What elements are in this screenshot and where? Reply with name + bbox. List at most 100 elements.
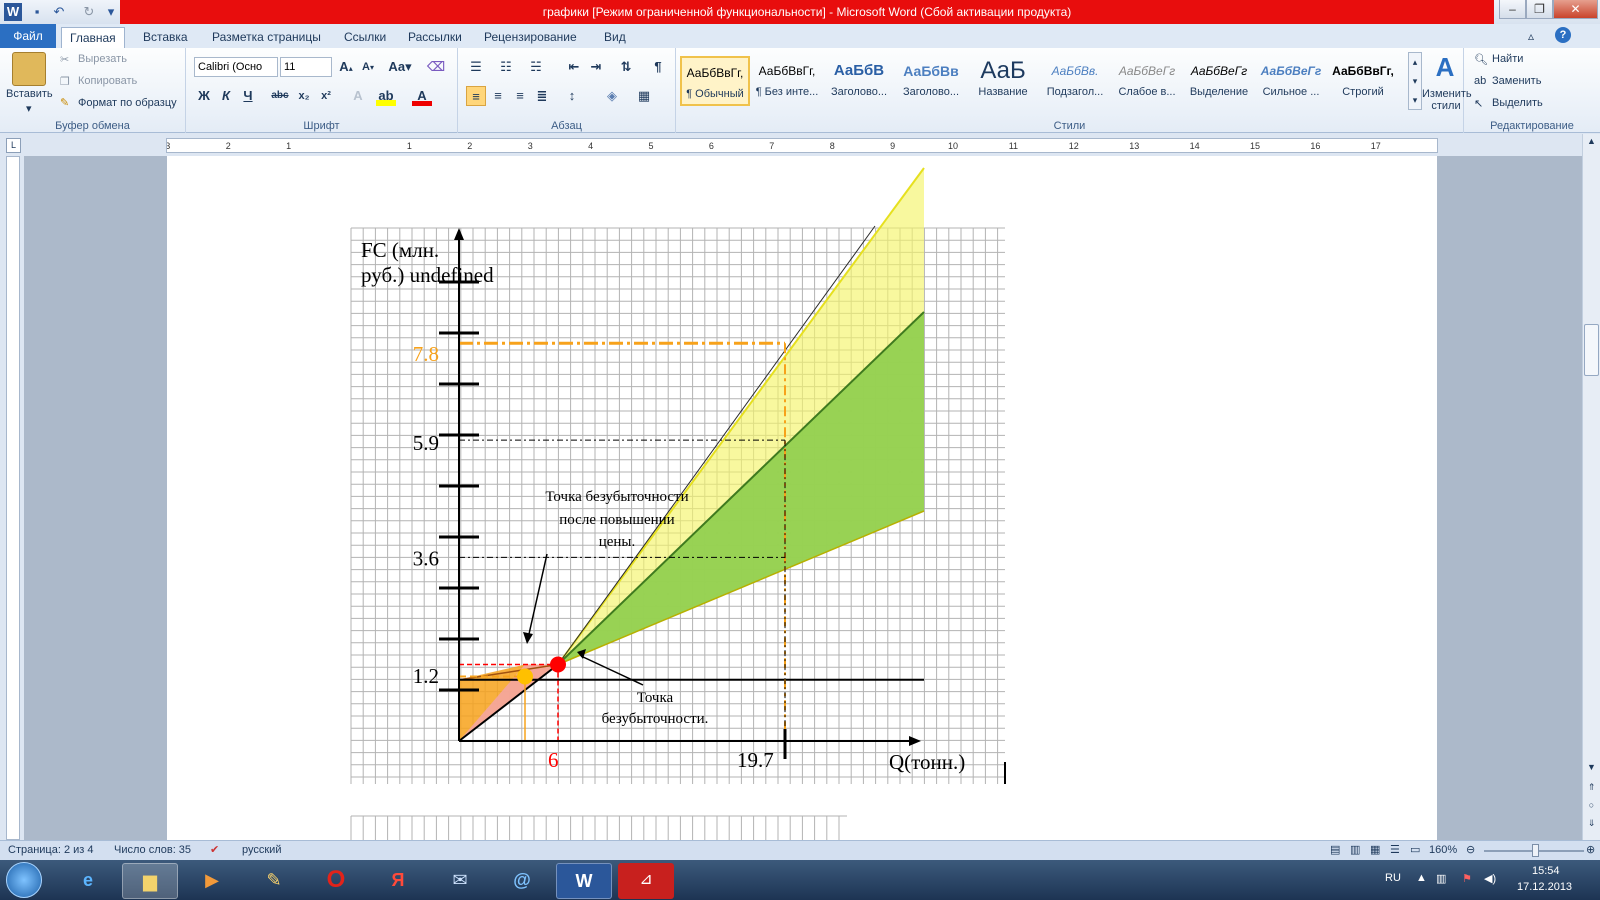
tab-review[interactable]: Рецензирование (476, 27, 585, 48)
decrease-indent-icon[interactable]: ⇤ (564, 57, 584, 77)
superscript-icon[interactable]: x² (316, 86, 336, 106)
zoom-in-icon[interactable]: ⊕ (1586, 841, 1595, 860)
minimize-button[interactable]: – (1499, 0, 1526, 19)
bold-icon[interactable]: Ж (194, 86, 214, 106)
change-case-icon[interactable]: Аа▾ (386, 57, 414, 77)
strikethrough-icon[interactable]: abc (270, 86, 290, 106)
font-color-icon[interactable]: A (412, 86, 432, 106)
zoom-level[interactable]: 160% (1429, 841, 1457, 860)
vertical-ruler[interactable] (0, 156, 24, 840)
draft-icon[interactable]: ▭ (1410, 841, 1420, 860)
horizontal-ruler[interactable]: L 3 2 1 1 2 3 4 5 6 7 8 9 10 11 12 13 14 15 16 17 (0, 134, 1600, 156)
replace-button[interactable]: Заменить (1492, 75, 1541, 87)
cut-button[interactable]: Вырезать (78, 53, 127, 65)
shading-icon[interactable]: ◈ (602, 86, 622, 106)
language-indicator[interactable]: русский (242, 841, 281, 860)
style-normal[interactable]: АаБбВвГг, ¶ Обычный (680, 56, 750, 106)
find-button[interactable]: Найти (1492, 53, 1523, 65)
style-strong[interactable]: АаБбВвГг, Строгий (1328, 56, 1398, 106)
scroll-thumb[interactable] (1584, 324, 1599, 376)
start-button[interactable] (6, 862, 42, 898)
action-center-icon[interactable]: ⚑ (1462, 872, 1472, 885)
paste-dropdown-icon[interactable]: ▾ (26, 102, 32, 115)
align-left-icon[interactable]: ≡ (466, 86, 486, 106)
customize-qat-icon[interactable]: ▾ (102, 3, 120, 21)
document-page[interactable]: FC (млн. руб.) undefined Q(тонн.) 7.8 5.9 3.6… (167, 156, 1437, 840)
yandex-icon[interactable]: Я (370, 863, 426, 899)
format-painter-button[interactable]: Формат по образцу (78, 97, 177, 109)
select-button[interactable]: Выделить (1492, 97, 1543, 109)
copy-button[interactable]: Копировать (78, 75, 137, 87)
borders-icon[interactable]: ▦ (634, 86, 654, 106)
tab-view[interactable]: Вид (596, 27, 634, 48)
save-icon[interactable]: ▪ (28, 3, 46, 21)
show-marks-icon[interactable]: ¶ (648, 57, 668, 77)
ribbon-collapse-icon[interactable]: ▵ (1528, 29, 1534, 43)
clock-time[interactable]: 15:54 (1532, 865, 1560, 877)
vertical-scrollbar[interactable]: ▲ ▼ ⇑ ○ ⇓ (1582, 134, 1600, 840)
web-layout-icon[interactable]: ▦ (1370, 841, 1380, 860)
page-count[interactable]: Страница: 2 из 4 (8, 841, 94, 860)
clear-formatting-icon[interactable]: ⌫ (426, 57, 446, 77)
tab-file[interactable]: Файл (0, 24, 56, 48)
pdf-icon[interactable]: ⊿ (618, 863, 674, 899)
prev-page-icon[interactable]: ⇑ (1584, 782, 1599, 796)
justify-icon[interactable]: ≣ (532, 86, 552, 106)
zoom-out-icon[interactable]: ⊖ (1466, 841, 1475, 860)
word-count[interactable]: Число слов: 35 (114, 841, 191, 860)
ie-icon[interactable]: e (60, 863, 116, 899)
scroll-down-icon[interactable]: ▼ (1584, 762, 1599, 776)
multilevel-list-icon[interactable]: ☵ (526, 57, 546, 77)
document-area[interactable]: FC (млн. руб.) undefined Q(тонн.) 7.8 5.9 3.6… (24, 156, 1582, 840)
close-button[interactable]: ✕ (1553, 0, 1598, 19)
help-icon[interactable]: ? (1555, 27, 1571, 43)
style-emphasis[interactable]: АаБбВеГг Выделение (1184, 56, 1254, 106)
font-size-combo[interactable]: 11 (280, 57, 332, 77)
paste-icon[interactable] (12, 52, 46, 86)
style-heading1[interactable]: АаБбВ Заголово... (824, 56, 894, 106)
align-center-icon[interactable]: ≡ (488, 86, 508, 106)
tab-insert[interactable]: Вставка (135, 27, 196, 48)
font-name-combo[interactable]: Calibri (Осно (194, 57, 278, 77)
proofing-icon[interactable]: ✔ (210, 841, 219, 860)
line-spacing-icon[interactable]: ↕ (562, 86, 582, 106)
styles-scroll[interactable]: ▴ ▾ ▾ (1408, 52, 1422, 110)
text-effects-icon[interactable]: A (348, 86, 368, 106)
tab-selector[interactable]: L (6, 138, 21, 153)
outline-icon[interactable]: ☰ (1390, 841, 1400, 860)
increase-indent-icon[interactable]: ⇥ (586, 57, 606, 77)
undo-icon[interactable]: ↶ (50, 3, 68, 21)
style-intense-emphasis[interactable]: АаБбВеГг Сильное ... (1256, 56, 1326, 106)
tab-references[interactable]: Ссылки (336, 27, 394, 48)
numbering-icon[interactable]: ☷ (496, 57, 516, 77)
style-no-spacing[interactable]: АаБбВвГг, ¶ Без инте... (752, 56, 822, 106)
shrink-font-icon[interactable]: A▾ (358, 57, 378, 77)
align-right-icon[interactable]: ≡ (510, 86, 530, 106)
zoom-thumb[interactable] (1532, 844, 1539, 857)
maximize-button[interactable]: ❐ (1526, 0, 1553, 19)
mail-icon[interactable]: ✉ (432, 863, 488, 899)
change-styles-button[interactable]: Изменить стили (1422, 88, 1472, 112)
bullets-icon[interactable]: ☰ (466, 57, 486, 77)
app-icon[interactable]: ✎ (246, 863, 302, 899)
highlight-icon[interactable]: ab (376, 86, 396, 106)
tray-expand-icon[interactable]: ▲ (1416, 872, 1427, 884)
paste-button[interactable]: Вставить (6, 88, 53, 100)
change-styles-icon[interactable]: A (1428, 52, 1462, 86)
underline-icon[interactable]: Ч (238, 86, 258, 106)
browse-object-icon[interactable]: ○ (1584, 800, 1599, 814)
tab-page-layout[interactable]: Разметка страницы (204, 27, 329, 48)
volume-icon[interactable]: ◀) (1484, 872, 1496, 885)
sort-icon[interactable]: ⇅ (616, 57, 636, 77)
style-heading2[interactable]: АаБбВв Заголово... (896, 56, 966, 106)
style-subtitle[interactable]: АаБбВв. Подзагол... (1040, 56, 1110, 106)
tab-home[interactable]: Главная (61, 27, 125, 48)
opera-icon[interactable]: O (308, 863, 364, 899)
scroll-up-icon[interactable]: ▲ (1584, 136, 1599, 150)
reading-layout-icon[interactable]: ▥ (1350, 841, 1360, 860)
input-language[interactable]: RU (1385, 872, 1401, 884)
style-title[interactable]: АаБ Название (968, 56, 1038, 106)
explorer-icon[interactable]: ▆ (122, 863, 178, 899)
grow-font-icon[interactable]: A▴ (336, 57, 356, 77)
next-page-icon[interactable]: ⇓ (1584, 818, 1599, 832)
